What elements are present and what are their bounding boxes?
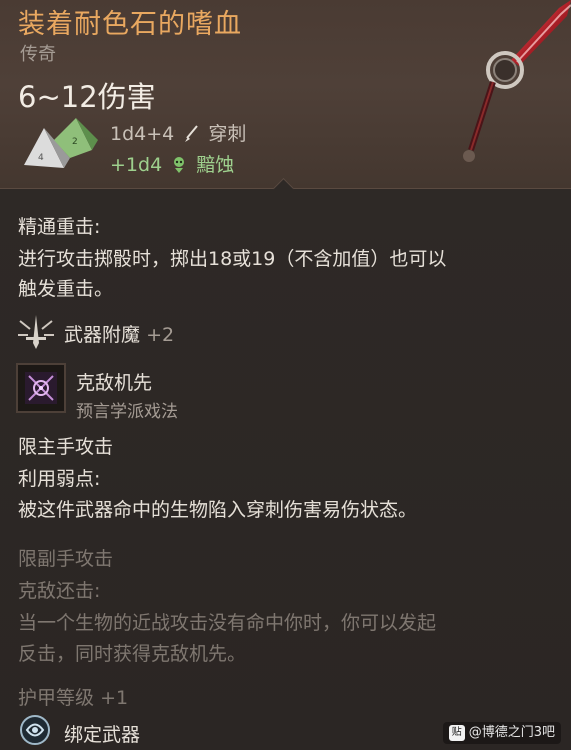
armor-class-label: 护甲等级 [18, 687, 95, 709]
dice-icon: 4 2 [24, 118, 98, 168]
main-hand-heading: 限主手攻击 [18, 436, 114, 458]
armor-class-bonus: +1 [100, 687, 129, 709]
armor-class: 护甲等级 +1 [18, 683, 128, 710]
passive-line: 触发重击。 [18, 278, 114, 300]
damage-row-piercing: 1d4+4 穿刺 [110, 119, 246, 148]
spell-name: 克敌机先 [76, 372, 153, 394]
necrotic-icon [171, 156, 187, 179]
damage-type: 穿刺 [208, 123, 247, 145]
bound-weapon-label: 绑定武器 [64, 724, 141, 746]
off-hand-heading: 限副手攻击 [18, 548, 114, 570]
passive-title: 精通重击: [18, 216, 101, 238]
main-hand-line: 被这件武器命中的生物陷入穿刺伤害易伤状态。 [18, 499, 418, 521]
passive-line: 进行攻击掷骰时，掷出18或19（不含加值）也可以 [18, 248, 447, 270]
weapon-enchant-icon [18, 315, 54, 349]
damage-dice: +1d4 [110, 154, 163, 176]
off-hand-line: 反击，同时获得克敌机先。 [18, 643, 247, 665]
watermark: 贴 @博德之门3吧 [442, 722, 561, 744]
weapon-enchant: 武器附魔 +2 [64, 320, 174, 347]
svg-text:4: 4 [38, 153, 44, 163]
off-hand-title: 克敌还击: [18, 580, 101, 602]
damage-dice: 1d4+4 [110, 123, 175, 145]
weapon-enchant-bonus: +2 [146, 324, 175, 346]
bound-weapon-icon [20, 715, 50, 745]
tieba-logo-icon: 贴 [448, 725, 465, 741]
svg-text:2: 2 [72, 137, 78, 147]
watermark-text: @博德之门3吧 [468, 725, 555, 740]
spell-icon[interactable] [16, 363, 66, 413]
item-name: 装着耐色石的嗜血 [18, 9, 242, 40]
off-hand-line: 当一个生物的近战攻击没有命中你时，你可以发起 [18, 612, 437, 634]
weapon-enchant-label: 武器附魔 [64, 324, 141, 346]
main-hand-title: 利用弱点: [18, 468, 101, 490]
damage-type: 黯蚀 [196, 154, 235, 176]
spell-school: 预言学派戏法 [76, 402, 178, 422]
item-rarity: 传奇 [20, 44, 56, 65]
damage-row-necrotic: +1d4 黯蚀 [110, 150, 234, 179]
piercing-icon [183, 125, 199, 148]
weapon-image [463, 0, 571, 162]
